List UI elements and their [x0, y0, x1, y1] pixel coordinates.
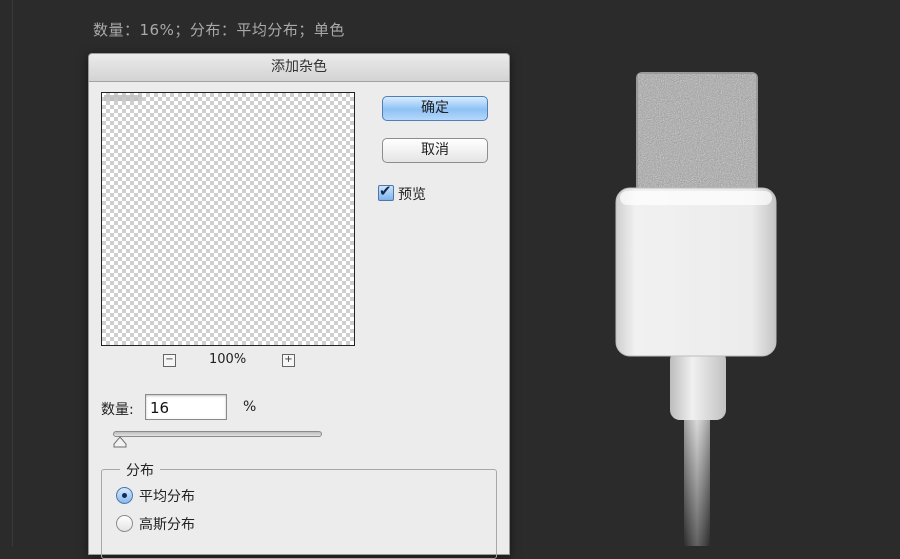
- radio-uniform-button[interactable]: [116, 487, 133, 504]
- amount-label: 数量:: [101, 402, 134, 418]
- amount-row: 数量: 16 %: [101, 394, 301, 422]
- left-divider: [12, 0, 13, 546]
- dialog-title[interactable]: 添加杂色: [89, 54, 509, 82]
- connector-neck: [670, 350, 726, 420]
- radio-gaussian-button[interactable]: [116, 515, 133, 532]
- preview-area[interactable]: [101, 92, 355, 346]
- preview-checkbox-row[interactable]: ✔ 预览: [378, 182, 426, 204]
- usb-connector-illustration: [615, 72, 777, 546]
- add-noise-dialog: 添加杂色 − 100% + 确定 取消 ✔ 预览 数量: 16 % 分布 平均分布…: [88, 53, 510, 559]
- distribution-legend: 分布: [120, 460, 160, 480]
- zoom-controls: − 100% +: [101, 352, 355, 370]
- preview-label: 预览: [398, 187, 426, 203]
- slider-thumb-icon[interactable]: [113, 436, 127, 448]
- amount-input[interactable]: 16: [145, 394, 227, 420]
- preview-checkbox[interactable]: ✔: [378, 182, 394, 201]
- zoom-level: 100%: [209, 352, 247, 367]
- amount-unit: %: [243, 399, 257, 415]
- radio-uniform[interactable]: 平均分布: [116, 487, 195, 507]
- cancel-button[interactable]: 取消: [382, 138, 488, 163]
- ok-button[interactable]: 确定: [382, 96, 488, 121]
- radio-gaussian[interactable]: 高斯分布: [116, 515, 195, 535]
- radio-uniform-label: 平均分布: [139, 489, 195, 505]
- zoom-out-icon[interactable]: −: [163, 354, 176, 367]
- settings-caption: 数量：16%；分布：平均分布；单色: [93, 21, 345, 39]
- preview-watermark: [104, 95, 142, 101]
- checkmark-icon: ✔: [379, 182, 392, 200]
- radio-gaussian-label: 高斯分布: [139, 517, 195, 533]
- amount-slider[interactable]: [113, 431, 322, 437]
- zoom-in-icon[interactable]: +: [282, 354, 295, 367]
- connector-body: [615, 187, 777, 357]
